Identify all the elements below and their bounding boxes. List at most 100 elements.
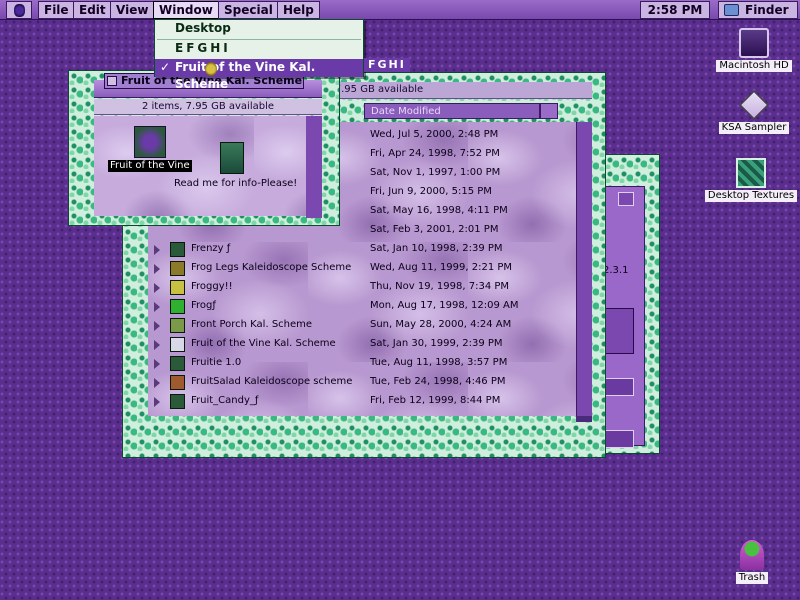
desktop-icon-macintosh-hd[interactable]: Macintosh HD [714,28,794,72]
green-folder-icon [170,299,185,314]
menu-window[interactable]: Window [153,1,219,19]
row-date: Sat, Jan 10, 1998, 2:39 PM [370,243,503,254]
row-date: Sat, May 16, 1998, 4:11 PM [370,205,508,216]
textures-folder-icon [736,158,766,188]
grape-apple-icon [14,4,25,17]
ksa-sampler-icon [739,90,769,120]
row-date: Fri, Feb 12, 1999, 8:44 PM [370,395,501,406]
disclosure-triangle-icon[interactable] [154,378,160,388]
grape-folder-icon[interactable] [134,126,166,158]
frog-folder-icon [170,261,185,276]
disclosure-triangle-icon[interactable] [154,302,160,312]
folder-icon [170,280,185,295]
table-row[interactable]: Fruitie 1.0 Tue, Aug 11, 1998, 3:57 PM [148,354,576,373]
folder-icon [170,356,185,371]
desktop-icon-trash[interactable]: Trash [722,540,782,584]
table-row[interactable]: Frenzy ƒ Sat, Jan 10, 1998, 2:39 PM [148,240,576,259]
application-name: Finder [745,3,789,17]
readme-label[interactable]: Read me for info-Please! [174,178,297,189]
row-date: Sat, Jan 30, 1999, 2:39 PM [370,338,503,349]
row-name: Frogƒ [191,300,216,311]
row-date: Sat, Nov 1, 1997, 1:00 PM [370,167,501,178]
apple-menu[interactable] [6,1,32,19]
back-window-panel [604,308,634,354]
window-menu-dropdown: Desktop EFGHI ✓ Fruit of the Vine Kal. S… [154,19,364,91]
readme-document-icon[interactable] [220,142,244,174]
icon-window: 2 items, 7.95 GB available Fruit of the … [94,80,322,218]
desktop-icon-label: Trash [735,572,769,584]
row-name: Fruitie 1.0 [191,357,242,368]
row-name: FruitSalad Kaleidoscope scheme [191,376,353,387]
menu-clock[interactable]: 2:58 PM [640,1,710,19]
table-row[interactable]: Froggy!! Thu, Nov 19, 1998, 7:34 PM [148,278,576,297]
grape-cursor-icon [205,62,217,76]
disclosure-triangle-icon[interactable] [154,397,160,407]
sort-direction-button[interactable] [540,103,558,119]
resize-grip[interactable] [576,416,592,422]
row-date: Fri, Apr 24, 1998, 7:52 PM [370,148,500,159]
row-date: Tue, Feb 24, 1998, 4:46 PM [370,376,506,387]
scheme-icon [170,318,185,333]
row-date: Sun, May 28, 2000, 4:24 AM [370,319,512,330]
desktop-icon-label: Desktop Textures [704,190,798,202]
table-row[interactable]: Frogƒ Mon, Aug 17, 1998, 12:09 AM [148,297,576,316]
selected-item-label[interactable]: Fruit of the Vine [108,160,192,172]
disclosure-triangle-icon[interactable] [154,359,160,369]
disclosure-triangle-icon[interactable] [154,264,160,274]
back-window-button[interactable] [604,378,634,396]
disclosure-triangle-icon[interactable] [154,321,160,331]
back-window-version: 2.3.1 [603,265,629,276]
window-menu-item-fruit-of-the-vine[interactable]: ✓ Fruit of the Vine Kal. Scheme [155,59,363,91]
menu-view[interactable]: View [110,1,155,19]
row-name: Frog Legs Kaleidoscope Scheme [191,262,352,273]
folder-icon [170,394,185,409]
row-date: Thu, Nov 19, 1998, 7:34 PM [370,281,510,292]
back-window-button-2[interactable] [604,430,634,448]
row-date: Tue, Aug 11, 1998, 3:57 PM [370,357,508,368]
menu-bar: File Edit View Window Special Help 2:58 … [0,0,800,20]
icon-window-scrollbar[interactable] [306,116,322,218]
window-title-fragment: FGHI [364,58,410,72]
row-date: Fri, Jun 9, 2000, 5:15 PM [370,186,492,197]
menu-file[interactable]: File [38,1,75,19]
back-window-gear-icon[interactable] [618,192,634,206]
table-row[interactable]: Fruit of the Vine Kal. Scheme Sat, Jan 3… [148,335,576,354]
application-menu[interactable]: Finder [718,1,798,19]
column-header-date-modified[interactable]: Date Modified [364,103,540,119]
desktop-icon-desktop-textures[interactable]: Desktop Textures [704,158,798,202]
desktop-icon-label: Macintosh HD [716,60,792,72]
row-date: Wed, Jul 5, 2000, 2:48 PM [370,129,499,140]
icon-window-info-bar: 2 items, 7.95 GB available [94,99,322,115]
folder-icon [170,242,185,257]
row-date: Sat, Feb 3, 2001, 2:01 PM [370,224,499,235]
disclosure-triangle-icon[interactable] [154,245,160,255]
fruit-scheme-icon [170,375,185,390]
menu-special[interactable]: Special [218,1,279,19]
row-date: Mon, Aug 17, 1998, 12:09 AM [370,300,519,311]
scheme-icon [170,337,185,352]
desktop-icon-label: KSA Sampler [718,122,790,134]
row-date: Wed, Aug 11, 1999, 2:21 PM [370,262,513,273]
close-box-icon[interactable] [107,76,117,86]
finder-icon [724,4,739,16]
icon-window-body: Fruit of the Vine Read me for info-Pleas… [94,116,306,216]
window-menu-item-efghi[interactable]: EFGHI [155,40,363,58]
window-menu-item-desktop[interactable]: Desktop [155,20,363,38]
row-name: Front Porch Kal. Scheme [191,319,313,330]
row-name: Frenzy ƒ [191,243,231,254]
hard-disk-icon [739,28,769,58]
menu-edit[interactable]: Edit [73,1,112,19]
menu-help[interactable]: Help [277,1,320,19]
trash-icon [740,540,764,570]
table-row[interactable]: Front Porch Kal. Scheme Sun, May 28, 200… [148,316,576,335]
disclosure-triangle-icon[interactable] [154,340,160,350]
row-name: Froggy!! [191,281,233,292]
table-row[interactable]: Fruit_Candy_ƒ Fri, Feb 12, 1999, 8:44 PM [148,392,576,411]
row-name: Fruit_Candy_ƒ [191,395,259,406]
table-row[interactable]: FruitSalad Kaleidoscope scheme Tue, Feb … [148,373,576,392]
disclosure-triangle-icon[interactable] [154,283,160,293]
table-row[interactable]: Frog Legs Kaleidoscope Scheme Wed, Aug 1… [148,259,576,278]
desktop-icon-ksa-sampler[interactable]: KSA Sampler [714,90,794,134]
checkmark-icon: ✓ [160,60,171,74]
list-vertical-scrollbar[interactable] [576,122,592,416]
